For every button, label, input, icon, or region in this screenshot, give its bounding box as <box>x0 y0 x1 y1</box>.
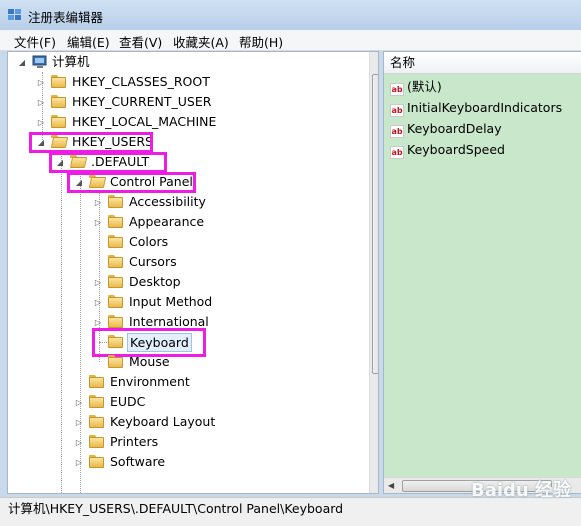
tree-label: Software <box>110 454 166 469</box>
ab-string-icon: ab <box>390 146 404 159</box>
expand-arrow-icon[interactable]: ▷ <box>37 118 45 127</box>
tree-line <box>61 152 62 493</box>
menu-view[interactable]: 查看(V) <box>116 32 165 51</box>
highlight-box-default <box>49 152 167 173</box>
tree-scroll-thumb[interactable] <box>372 74 378 374</box>
menu-edit[interactable]: 编辑(E) <box>64 32 113 51</box>
value-row-initial-keyboard-indicators[interactable]: ab InitialKeyboardIndicators <box>390 98 562 118</box>
folder-icon <box>51 95 67 108</box>
value-name: (默认) <box>407 79 442 94</box>
tree-label: Printers <box>110 434 159 449</box>
tree-label: HKEY_LOCAL_MACHINE <box>72 114 217 129</box>
menu-file[interactable]: 文件(F) <box>11 32 59 51</box>
menu-favorites[interactable]: 收藏夹(A) <box>170 32 232 51</box>
expand-arrow-icon[interactable]: ▷ <box>75 458 83 467</box>
tree-label: 计算机 <box>52 54 90 69</box>
folder-icon <box>108 255 124 268</box>
value-name: InitialKeyboardIndicators <box>407 100 563 115</box>
expand-arrow-icon[interactable]: ▷ <box>75 438 83 447</box>
folder-icon <box>89 395 105 408</box>
folder-icon <box>89 455 105 468</box>
expand-arrow-icon[interactable]: ▷ <box>94 198 102 207</box>
folder-icon <box>89 415 105 428</box>
expand-arrow-icon[interactable]: ▷ <box>37 78 45 87</box>
ab-string-icon: ab <box>390 125 404 138</box>
tree-label: Colors <box>129 234 169 249</box>
highlight-box-control-panel <box>67 172 196 193</box>
watermark: Baidu 经验 <box>470 480 571 501</box>
expand-arrow-icon[interactable]: ▷ <box>37 98 45 107</box>
computer-icon <box>32 55 47 68</box>
folder-icon <box>108 355 124 368</box>
registry-editor-icon <box>8 9 21 20</box>
tree-label: Keyboard Layout <box>110 414 216 429</box>
value-row-default[interactable]: ab (默认) <box>390 77 442 97</box>
folder-icon <box>51 115 67 128</box>
tree-label: Accessibility <box>129 194 206 209</box>
expand-arrow-icon[interactable]: ▷ <box>75 398 83 407</box>
tree-label: Mouse <box>129 354 170 369</box>
value-name: KeyboardSpeed <box>407 142 505 157</box>
menu-bar: 文件(F) 编辑(E) 查看(V) 收藏夹(A) 帮助(H) <box>0 30 581 51</box>
tree-label: Cursors <box>129 254 177 269</box>
collapse-arrow-icon[interactable]: ◢ <box>18 58 26 67</box>
ab-string-icon: ab <box>390 83 404 96</box>
expand-arrow-icon[interactable]: ▷ <box>94 318 102 327</box>
expand-arrow-icon[interactable]: ▷ <box>94 218 102 227</box>
tree-vertical-scrollbar[interactable] <box>369 52 378 493</box>
status-path: 计算机\HKEY_USERS\.DEFAULT\Control Panel\Ke… <box>8 501 344 516</box>
tree-label: HKEY_CURRENT_USER <box>72 94 212 109</box>
folder-icon <box>108 215 124 228</box>
key-tree-pane[interactable]: ◢ 计算机 ▷ HKEY_CLASSES_ROOT ▷ HKEY_CURRENT… <box>7 51 379 494</box>
tree-label: Desktop <box>129 274 181 289</box>
value-row-keyboard-delay[interactable]: ab KeyboardDelay <box>390 119 502 139</box>
window-title: 注册表编辑器 <box>28 10 104 25</box>
folder-icon <box>108 195 124 208</box>
folder-icon <box>108 315 124 328</box>
folder-icon <box>51 75 67 88</box>
tree-label: Input Method <box>129 294 213 309</box>
tree-label: Appearance <box>129 214 205 229</box>
folder-icon <box>108 275 124 288</box>
folder-icon <box>89 375 105 388</box>
tree-label: HKEY_CLASSES_ROOT <box>72 74 210 89</box>
folder-icon <box>108 295 124 308</box>
value-name: KeyboardDelay <box>407 121 502 136</box>
title-bar: 注册表编辑器 <box>0 0 581 30</box>
expand-arrow-icon[interactable]: ▷ <box>94 298 102 307</box>
ab-string-icon: ab <box>390 104 404 117</box>
highlight-box-hku <box>29 132 153 153</box>
tree-label: Environment <box>110 374 190 389</box>
menu-help[interactable]: 帮助(H) <box>236 32 286 51</box>
tree-label: EUDC <box>110 394 146 409</box>
folder-icon <box>89 435 105 448</box>
column-header-name[interactable]: 名称 <box>384 52 581 74</box>
expand-arrow-icon[interactable]: ▷ <box>75 418 83 427</box>
value-row-keyboard-speed[interactable]: ab KeyboardSpeed <box>390 140 505 160</box>
scroll-left-arrow-icon[interactable]: ◀ <box>388 481 394 490</box>
values-pane[interactable]: 名称 ab (默认) ab InitialKeyboardIndicators ab… <box>383 51 581 494</box>
folder-icon <box>108 235 124 248</box>
expand-arrow-icon[interactable]: ▷ <box>94 278 102 287</box>
